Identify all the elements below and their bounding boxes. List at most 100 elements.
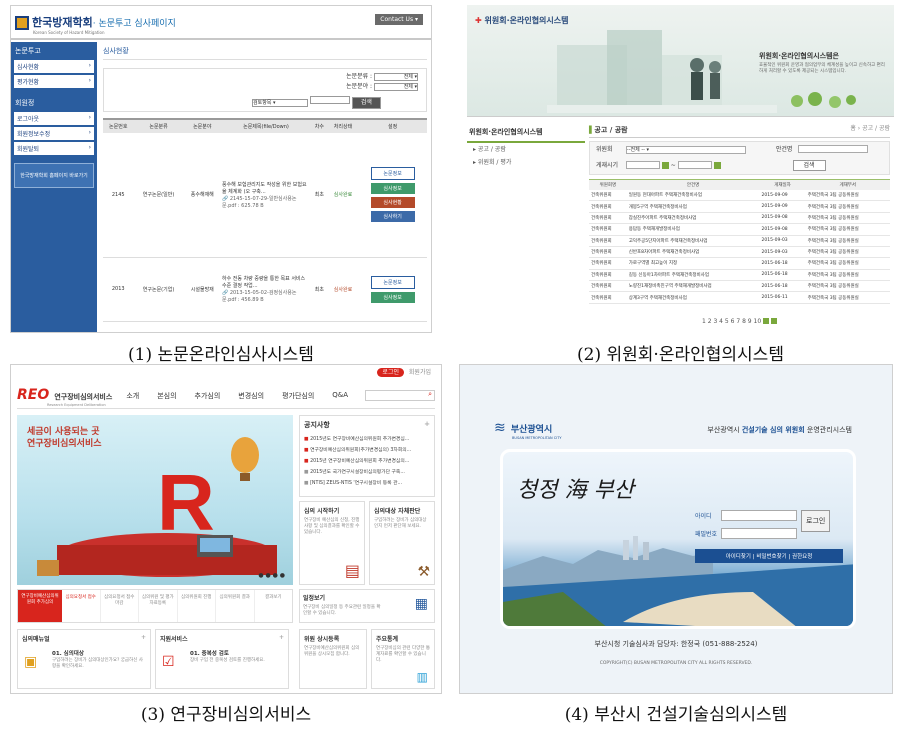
next-page-icon[interactable] [763,318,770,325]
field-select[interactable]: 전체 ▾ [374,83,418,91]
panel-busan-construction-review: ≋ 부산광역시 BUSAN METROPOLITAN CITY 부산광역시 건설… [459,364,893,694]
step-item[interactable]: 심의위원회 진행 [178,590,216,622]
table-row[interactable]: 건축위원회 일원동 현대아파트 주택재건축정비사업 2015-09-09 주택건축국 … [589,190,890,202]
contact-us-button[interactable]: Contact Us ▾ [375,14,423,25]
self-check-box[interactable]: 심의대상 자체판단 구입하려는 장비가 심의대상인지 먼저 판단해 보세요. ⚒ [369,501,435,585]
agenda-input[interactable] [797,145,868,153]
statistics-box[interactable]: 주요통계 연구장비심의 관련 다양한 통계자료를 확인할 수 있습니다. ▥ [371,629,435,689]
logo[interactable]: ≋ 부산광역시 BUSAN METROPOLITAN CITY [494,417,562,440]
committee-select[interactable]: --전체 -- ▾ [625,145,746,154]
col-header: 게재일자 [759,179,806,190]
review-info-button[interactable]: 심사정보 [370,183,415,195]
sidebar-item-review-status[interactable]: 심사현황 › [14,60,94,73]
calendar-icon[interactable] [661,161,669,169]
step-item[interactable]: 결과보기 [255,590,293,622]
banner-text: 위원회·온라인협의시스템은 효율적인 위원회 운영과 협의업무의 체계성을 높이… [759,52,885,74]
header: 한국방재학회· 논문투고 심사페이지 Korean Society of Haz… [11,6,431,40]
col-header: 설정 [358,118,427,133]
start-review-box[interactable]: 심의 시작하기 연구장비 예산심의 신청, 진행사항 및 심의결과를 확인할 수… [299,501,365,585]
table-row[interactable]: 건축위원회 개봉5구역 주택재건축정비사업 2015-09-09 주택건축국 3팀 공… [589,200,890,213]
support-item[interactable]: 01. 중복성 검토 [190,649,284,657]
search-input[interactable] [309,96,350,104]
table-row[interactable]: 건축위원회 잠실진주아파트 주택재건축정비사업 2015-09-08 주택건축국 3팀… [589,212,890,225]
search-button[interactable]: 검색 [792,159,826,172]
review-info-button[interactable]: 심사정보 [370,291,415,303]
book-icon: ▤ [344,561,360,580]
notice-item[interactable]: ■ [NTIS] ZEUS-NTIS '연구시설장비 등록 관... [304,477,430,488]
sidebar-item-withdraw[interactable]: 회원탈퇴 › [14,142,94,155]
nav-intro[interactable]: 소개 [126,391,139,401]
file-link[interactable]: 🔗 2013-15-05-02-검정심사용논문.pdf : 456.89 B [222,289,310,303]
notice-item[interactable]: ■ 2015년도 연구장비예산심의위원회 추가변경심... [304,433,430,444]
step-item[interactable]: 심의위원 및 평가 자료등록 [139,590,178,622]
panel-equipment-review-service: 로그인 회원가입 REO 연구장비심의서비스 Research Equipmen… [10,364,442,694]
logo[interactable]: 한국방재학회· 논문투고 심사페이지 Korean Society of Haz… [15,14,176,35]
step-item[interactable]: 심의위원회 결과 [216,590,255,622]
last-page-icon[interactable] [771,318,777,325]
notice-item[interactable]: ■ 2015년 연구장비예산심의위원회 추가변경심의... [304,455,430,466]
step-current[interactable]: 연구장비예산심의위원회 추가심의 [18,590,62,622]
password-input[interactable] [721,528,797,539]
date-from-input[interactable] [625,161,660,169]
login-button[interactable]: 로그인 [377,368,404,377]
category-select[interactable]: 전체 ▾ [374,73,418,81]
table-row[interactable]: 건축위원회 노량진1재정비촉진구역 주택재개발정비사업 2015-06-18 주택건축… [589,280,890,293]
carousel-dots[interactable]: ● ● ● ● [258,572,285,579]
nav-panel-review[interactable]: 평가단심의 [282,391,314,401]
sidebar-item-logout[interactable]: 로그아웃 › [14,112,94,125]
nav-change-review[interactable]: 변경심의 [238,391,264,401]
homepage-link-button[interactable]: 한국방재학회 홈페이지 바로가기 [14,163,94,188]
table-cell: 2015-09-09 [759,190,806,202]
id-input[interactable] [721,509,797,521]
account-links[interactable]: 아이디찾기 | 비밀번호찾기 | 권한요청 [695,549,843,563]
sidebar-item-notice[interactable]: ▸ 공고 / 공람 [467,143,585,157]
caption-3: (3) 연구장비심의서비스 [140,705,312,725]
step-item[interactable]: 심의요청서 접수 마감 [101,590,139,622]
table-row[interactable]: 건축위원회 가로구역별 최고높이 지정 2015-06-18 주택건축국 3팀 공동위… [589,257,890,270]
table-cell: 건축위원회 [589,246,627,259]
nav-qna[interactable]: Q&A [332,391,348,401]
manual-item[interactable]: 01. 심의대상 [52,649,146,657]
notice-item[interactable]: ■ 연구장비예산심의위원회(추가변경심의) 3차회의... [304,444,430,455]
search-button[interactable]: 검색 [351,97,381,109]
search-icon[interactable]: ⌕ [428,390,432,399]
search-type-select[interactable]: 검토항목 ▾ [252,99,308,107]
login-button[interactable]: 로그인 [801,510,831,532]
paper-info-button[interactable]: 논문정보 [370,167,415,181]
file-link[interactable]: 🔗 2145-15-07-29-일반심사용논문.pdf : 625.78 B [222,195,310,209]
table-row[interactable]: 건축위원회 길동 신동아1차아파트 주택재건축정비사업 2015-06-18 주택건축… [589,269,890,282]
search-input[interactable]: ⌕ [365,390,435,401]
table-cell: 건축위원회 [589,269,627,282]
review-start-button[interactable]: 심사하기 [370,211,415,223]
more-icon[interactable]: + [141,634,146,643]
table-cell: 신반포8차아파트 주택재건축정비사업 [626,246,760,259]
nav-main-review[interactable]: 본심의 [157,391,176,401]
paper-field: 풍수해재해 [183,133,221,258]
table-row[interactable]: 건축위원회 고덕주공5단지아파트 주택재건축정비사업 2015-09-03 주택건축국… [589,235,890,247]
nav-additional-review[interactable]: 추가심의 [195,391,221,401]
table-row[interactable]: 건축위원회 용답동 주택재개발정비사업 2015-09-08 주택건축국 3팀 공동위… [589,223,890,236]
step-item[interactable]: 심의요청서 접수 [62,590,101,622]
date-to-input[interactable] [677,161,712,169]
sidebar-item-edit-profile[interactable]: 회원정보수정 › [14,127,94,140]
table-cell: 건축위원회 [589,235,627,247]
pagination[interactable]: 1 2 3 4 5 6 7 8 9 10 [589,318,890,326]
sidebar-heading: 회원정 [15,99,35,107]
table-row[interactable]: 건축위원회 신반포8차아파트 주택재건축정비사업 2015-09-03 주택건축국 3… [589,246,890,259]
col-header: 위원회명 [589,179,627,190]
sidebar-item-evaluation[interactable]: 평가현황 › [14,75,94,88]
notice-item[interactable]: ■ 2015년도 국가연구시설장비심의평가단 구축... [304,466,430,477]
paper-info-button[interactable]: 논문정보 [370,275,415,289]
logo[interactable]: REO 연구장비심의서비스 Research Equipment Deliber… [17,384,112,407]
registration-box[interactable]: 위원 상시등록 연구장비예산심의위원회 심의위원을 상시모집 합니다. [299,629,367,689]
table-row[interactable]: 건축위원회 상계3구역 주택재건축정비사업 2015-06-11 주택건축국 3팀 공… [589,291,890,304]
calendar-icon[interactable] [713,161,721,169]
more-icon[interactable]: + [424,420,430,430]
more-icon[interactable]: + [279,634,284,643]
manual-box: 심의매뉴얼 + 01. 심의대상 구입하려는 장비가 심의대상인가요? 궁금하신 … [17,629,151,689]
review-status-button[interactable]: 심사현황 [370,197,415,209]
join-link[interactable]: 회원가입 [409,369,431,376]
schedule-box[interactable]: 일정보기 연구장비 심의일정 등 주요관련 일정을 확인할 수 있습니다. ▦ [299,589,435,623]
sidebar-item-committee[interactable]: ▸ 위원회 / 평가 [467,157,585,169]
sidebar-heading: 논문투고 [15,47,41,55]
